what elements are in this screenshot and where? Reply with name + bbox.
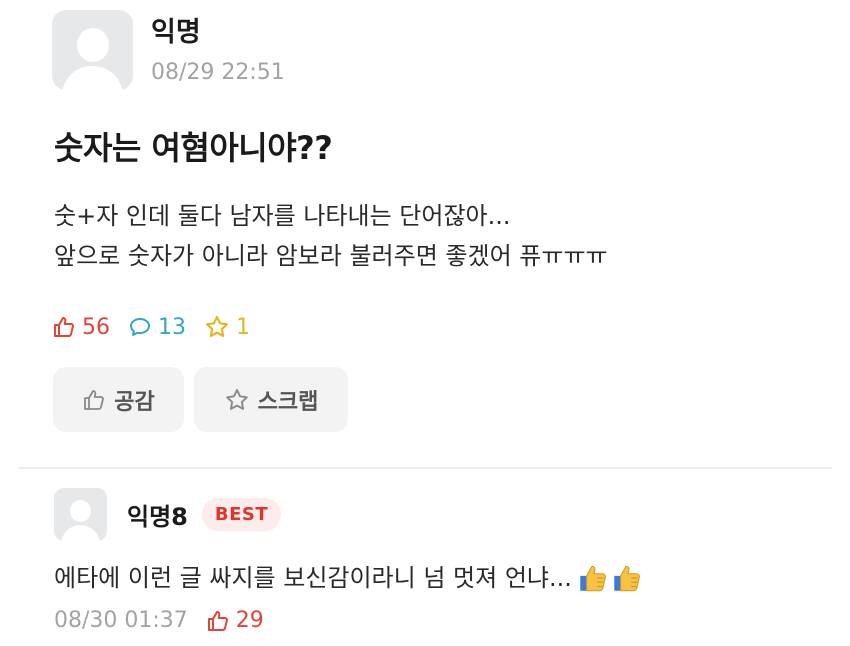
like-button-label: 공감 bbox=[114, 389, 155, 415]
comment-time: 08/30 01:37 bbox=[54, 608, 188, 633]
comment-meta: 08/30 01:37 29 bbox=[54, 608, 264, 633]
comment-avatar bbox=[54, 488, 107, 541]
thumbs-up-emoji-icon bbox=[580, 565, 606, 592]
scrap-button[interactable]: 스크랩 bbox=[194, 367, 348, 432]
scrap-count: 1 bbox=[204, 314, 250, 340]
like-button[interactable]: 공감 bbox=[53, 367, 184, 432]
thumbs-up-emoji-icon bbox=[614, 565, 640, 592]
like-count: 56 bbox=[52, 315, 110, 340]
avatar bbox=[52, 10, 133, 90]
thumbs-up-outline-icon bbox=[84, 389, 105, 410]
comment-text-content: 에타에 이런 글 싸지를 보신감이라니 넘 멋져 언냐... bbox=[54, 564, 572, 592]
avatar-head bbox=[70, 500, 91, 522]
post-actions: 공감 스크랩 bbox=[53, 367, 358, 432]
like-count-value: 56 bbox=[82, 314, 110, 340]
post-title: 숫자는 여혐아니야?? bbox=[54, 129, 333, 167]
thumbs-up-icon bbox=[207, 610, 228, 631]
scrap-count-value: 1 bbox=[236, 314, 250, 340]
post-body: 숫+자 인데 둘다 남자를 나타내는 단어잖아... 앞으로 숫자가 아니라 암… bbox=[54, 196, 608, 276]
speech-bubble-icon bbox=[130, 318, 150, 336]
avatar-head bbox=[77, 28, 109, 62]
comment-count-value: 13 bbox=[158, 314, 186, 340]
divider bbox=[18, 467, 832, 469]
post-header: 익명 08/29 22:51 bbox=[52, 10, 285, 90]
star-icon bbox=[206, 315, 228, 337]
comment-text: 에타에 이런 글 싸지를 보신감이라니 넘 멋져 언냐... bbox=[54, 558, 644, 598]
post-author: 익명 bbox=[151, 17, 201, 48]
post-time: 08/29 22:51 bbox=[151, 60, 285, 85]
post-body-line: 앞으로 숫자가 아니라 암보라 불러주면 좋겠어 퓨ㅠㅠㅠ bbox=[54, 242, 608, 270]
post-stats: 56 13 1 bbox=[52, 314, 268, 340]
thumbs-up-emoji-group bbox=[576, 561, 644, 595]
thumbs-up-icon bbox=[54, 317, 74, 337]
avatar-body bbox=[61, 525, 100, 541]
scrap-button-label: 스크랩 bbox=[257, 389, 319, 415]
comment-count: 13 bbox=[128, 315, 186, 340]
star-outline-icon bbox=[225, 388, 248, 410]
post-body-line: 숫+자 인데 둘다 남자를 나타내는 단어잖아... bbox=[54, 202, 511, 230]
author-block: 익명 08/29 22:51 bbox=[151, 10, 285, 86]
comment-like-count: 29 bbox=[235, 608, 264, 633]
comment-header: 익명8 BEST bbox=[54, 488, 282, 541]
best-badge: BEST bbox=[201, 498, 282, 531]
comment-like-button[interactable]: 29 bbox=[206, 608, 264, 633]
avatar-body bbox=[62, 66, 123, 90]
comment-author: 익명8 bbox=[127, 503, 188, 531]
